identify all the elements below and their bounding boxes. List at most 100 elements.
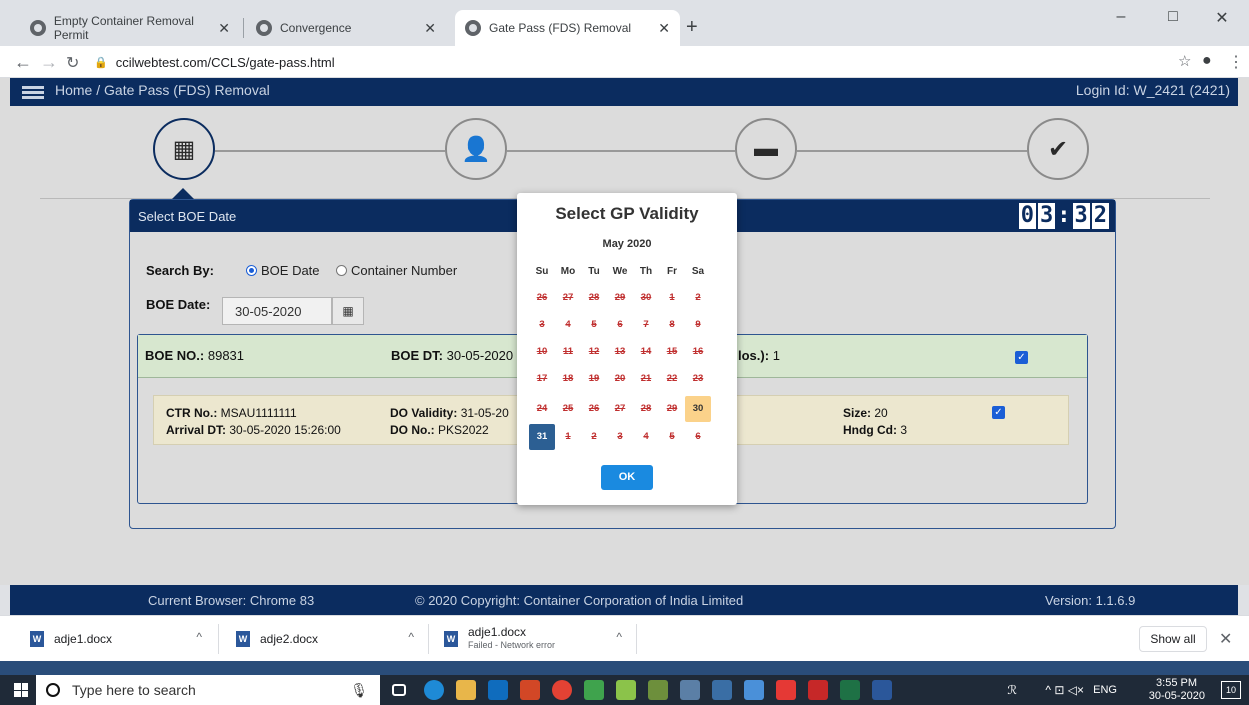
calendar-day-disabled[interactable]: 27	[555, 285, 581, 311]
calendar-day-disabled[interactable]: 13	[607, 339, 633, 365]
calendar-day-disabled[interactable]: 20	[607, 366, 633, 392]
people-icon[interactable]: ℛ	[1007, 683, 1017, 697]
app-icon[interactable]	[680, 680, 700, 700]
calendar-day-disabled[interactable]: 6	[607, 312, 633, 338]
calendar-day-disabled[interactable]: 5	[659, 424, 685, 450]
reload-icon[interactable]: ↻	[66, 53, 79, 73]
app-icon[interactable]	[616, 680, 636, 700]
boe-date-input[interactable]: 30-05-2020	[222, 297, 332, 325]
calendar-day-disabled[interactable]: 4	[633, 424, 659, 450]
show-all-button[interactable]: Show all	[1139, 626, 1207, 652]
calendar-day-disabled[interactable]: 29	[607, 285, 633, 311]
calendar-day-selected[interactable]: 31	[529, 424, 555, 450]
clock-time[interactable]: 3:55 PM	[1156, 677, 1197, 689]
url-field[interactable]: 🔒 ccilwebtest.com/CCLS/gate-pass.html	[94, 51, 1194, 73]
windows-start-icon[interactable]	[14, 683, 28, 697]
task-view-icon[interactable]	[392, 684, 406, 696]
calendar-day-disabled[interactable]: 28	[581, 285, 607, 311]
calendar-day-disabled[interactable]: 15	[659, 339, 685, 365]
calendar-day-disabled[interactable]: 10	[529, 339, 555, 365]
excel-icon[interactable]	[840, 680, 860, 700]
radio-container-number[interactable]: Container Number	[336, 263, 457, 278]
radio-boe-date[interactable]: BOE Date	[246, 263, 320, 278]
app-icon[interactable]	[808, 680, 828, 700]
calendar-day-today[interactable]: 30	[685, 396, 711, 422]
close-tab-icon[interactable]: ✕	[218, 20, 230, 37]
forward-icon[interactable]: →	[40, 52, 58, 73]
chevron-up-icon[interactable]: ^	[616, 630, 622, 644]
browser-tab-3[interactable]: Gate Pass (FDS) Removal ✕	[455, 10, 680, 46]
download-item[interactable]: W adje1.docx Failed - Network error ^	[444, 616, 622, 662]
clock-date[interactable]: 30-05-2020	[1149, 690, 1205, 702]
close-tab-icon[interactable]: ✕	[424, 20, 436, 37]
calendar-day-disabled[interactable]: 6	[685, 424, 711, 450]
calendar-day-disabled[interactable]: 16	[685, 339, 711, 365]
calendar-day-disabled[interactable]: 18	[555, 366, 581, 392]
container-checkbox[interactable]: ✓	[992, 406, 1005, 419]
new-tab-button[interactable]: +	[686, 16, 698, 39]
calendar-day-disabled[interactable]: 7	[633, 312, 659, 338]
calendar-day-disabled[interactable]: 27	[607, 396, 633, 422]
calendar-day-disabled[interactable]: 19	[581, 366, 607, 392]
browser-tab-2[interactable]: Convergence ✕	[246, 10, 446, 46]
taskbar-search[interactable]: Type here to search 🎙	[36, 675, 380, 705]
outlook-icon[interactable]	[488, 680, 508, 700]
chevron-up-icon[interactable]: ^	[408, 630, 414, 644]
calendar-day-disabled[interactable]: 24	[529, 396, 555, 422]
step-boe-date[interactable]: ▦	[153, 118, 215, 180]
close-window-button[interactable]: ✕	[1199, 8, 1245, 28]
microphone-icon[interactable]: 🎙	[350, 682, 368, 699]
app-icon[interactable]	[712, 680, 732, 700]
calendar-day-disabled[interactable]: 26	[581, 396, 607, 422]
app-icon[interactable]	[584, 680, 604, 700]
file-explorer-icon[interactable]	[456, 680, 476, 700]
app-icon[interactable]	[648, 680, 668, 700]
calendar-day-disabled[interactable]: 1	[659, 285, 685, 311]
calendar-day-disabled[interactable]: 22	[659, 366, 685, 392]
calendar-day-disabled[interactable]: 25	[555, 396, 581, 422]
calendar-day-disabled[interactable]: 3	[529, 312, 555, 338]
calendar-day-disabled[interactable]: 4	[555, 312, 581, 338]
calendar-day-disabled[interactable]: 11	[555, 339, 581, 365]
calendar-day-disabled[interactable]: 12	[581, 339, 607, 365]
calendar-day-disabled[interactable]: 2	[685, 285, 711, 311]
notification-icon[interactable]: 10	[1221, 681, 1241, 699]
app-icon[interactable]	[776, 680, 796, 700]
calendar-day-disabled[interactable]: 3	[607, 424, 633, 450]
close-tab-icon[interactable]: ✕	[658, 20, 670, 37]
calendar-day-disabled[interactable]: 17	[529, 366, 555, 392]
back-icon[interactable]: ←	[14, 52, 32, 73]
calendar-day-disabled[interactable]: 14	[633, 339, 659, 365]
calendar-day-disabled[interactable]: 23	[685, 366, 711, 392]
calendar-day-disabled[interactable]: 21	[633, 366, 659, 392]
app-icon[interactable]	[744, 680, 764, 700]
chrome-icon[interactable]	[552, 680, 572, 700]
chevron-up-icon[interactable]: ^	[196, 630, 202, 644]
calendar-day-disabled[interactable]: 5	[581, 312, 607, 338]
calendar-day-disabled[interactable]: 1	[555, 424, 581, 450]
calendar-day-disabled[interactable]: 28	[633, 396, 659, 422]
calendar-day-disabled[interactable]: 9	[685, 312, 711, 338]
hamburger-menu-icon[interactable]	[22, 86, 44, 99]
star-icon[interactable]: ☆	[1178, 52, 1191, 70]
step-confirm[interactable]: ✔	[1027, 118, 1089, 180]
tray-icons[interactable]: ^ ⊡ ◁×	[1045, 683, 1084, 697]
maximize-button[interactable]: □	[1150, 8, 1196, 26]
app-icon[interactable]	[520, 680, 540, 700]
language-indicator[interactable]: ENG	[1093, 684, 1117, 696]
calendar-day-disabled[interactable]: 30	[633, 285, 659, 311]
word-icon[interactable]	[872, 680, 892, 700]
close-downloads-icon[interactable]: ✕	[1219, 629, 1232, 649]
calendar-day-disabled[interactable]: 26	[529, 285, 555, 311]
profile-icon[interactable]: ●	[1202, 52, 1212, 70]
menu-dots-icon[interactable]: ⋮	[1228, 52, 1244, 72]
calendar-day-disabled[interactable]: 8	[659, 312, 685, 338]
download-item[interactable]: W adje1.docx ^	[30, 616, 202, 662]
minimize-button[interactable]: –	[1098, 8, 1144, 26]
boe-checkbox[interactable]: ✓	[1015, 351, 1028, 364]
calendar-button[interactable]: ▦	[332, 297, 364, 325]
ok-button[interactable]: OK	[601, 465, 653, 490]
calendar-day-disabled[interactable]: 2	[581, 424, 607, 450]
browser-tab-1[interactable]: Empty Container Removal Permit ✕	[20, 10, 240, 46]
edge-icon[interactable]	[424, 680, 444, 700]
